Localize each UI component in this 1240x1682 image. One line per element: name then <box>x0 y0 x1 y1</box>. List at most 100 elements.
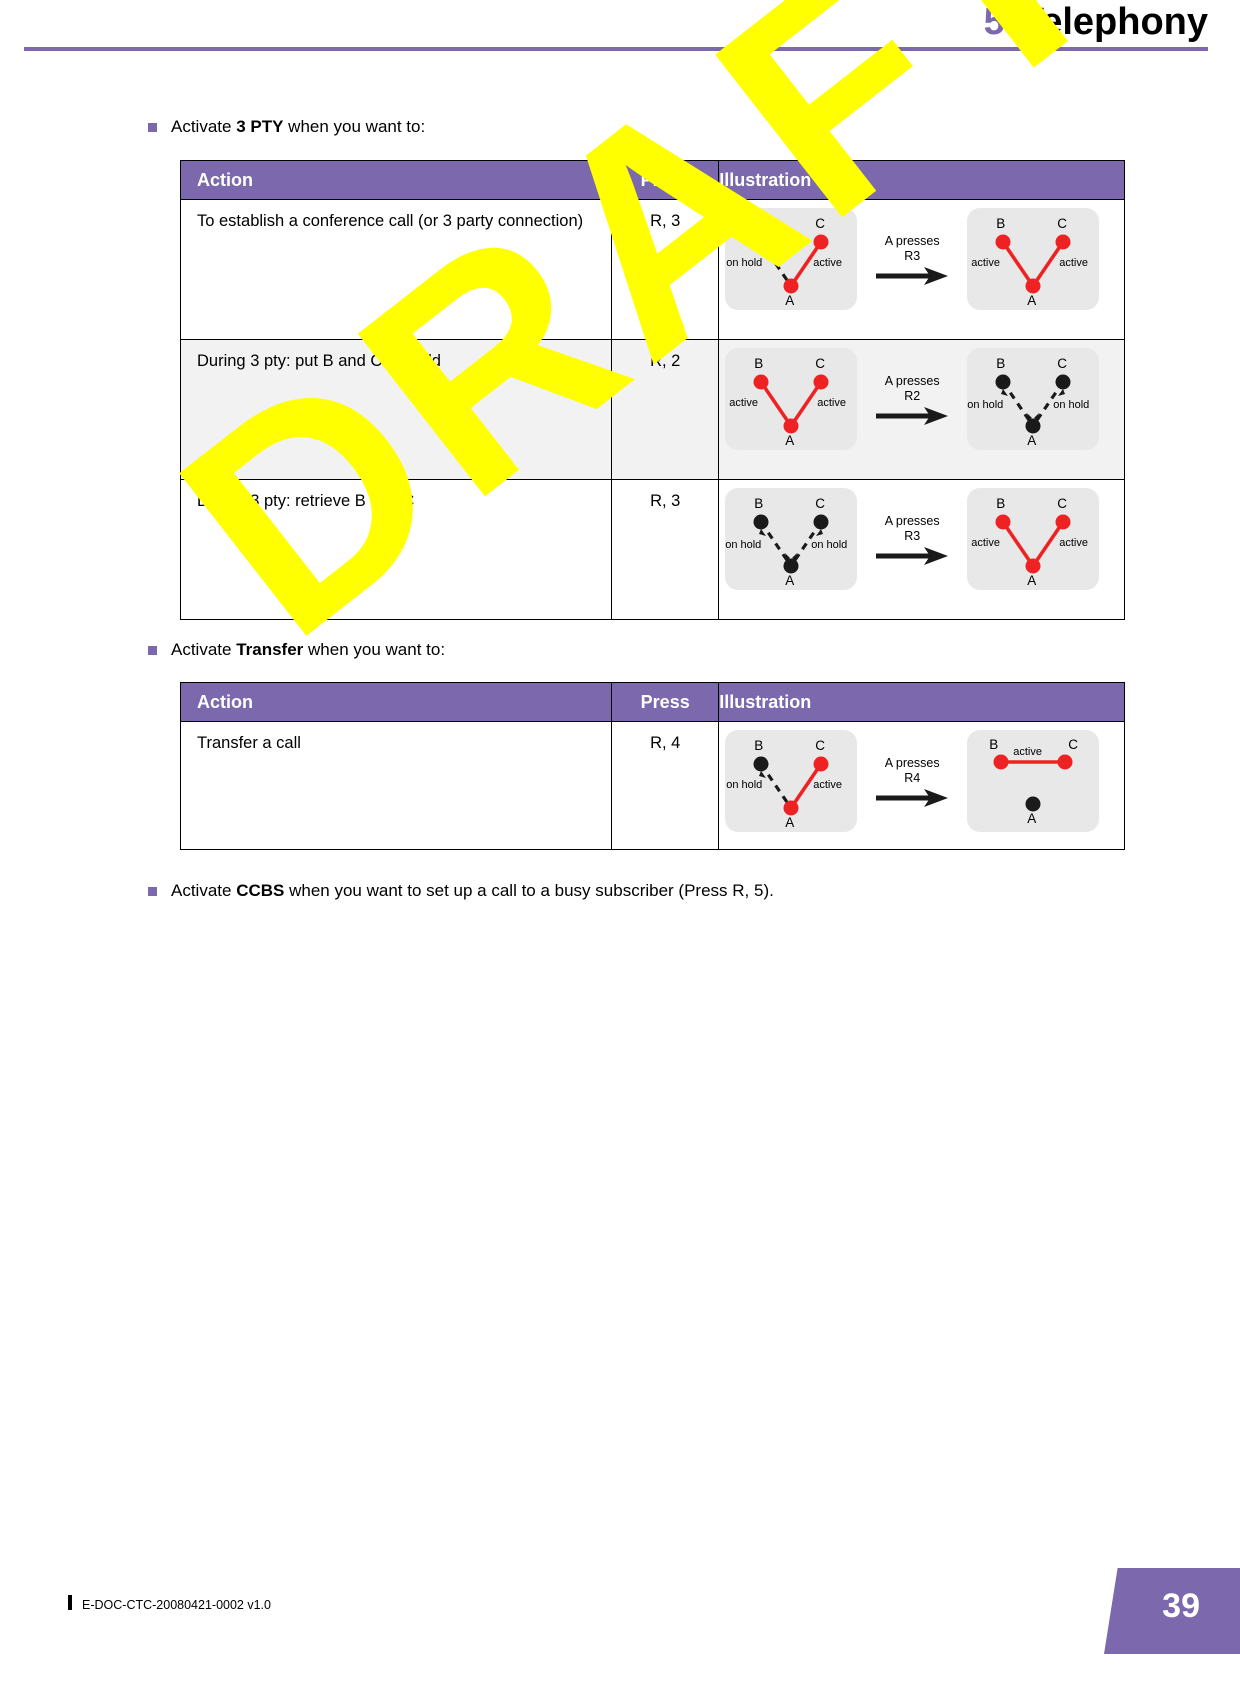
table-row: To establish a conference call (or 3 par… <box>179 199 1125 340</box>
transition-line1: A presses <box>884 755 940 770</box>
transition-line1: A presses <box>884 373 940 388</box>
cell-action: During 3 pty: retrieve B and C <box>179 479 613 620</box>
scene-after: B C A active active <box>967 208 1100 310</box>
scene-after: B C A active active <box>967 488 1100 590</box>
bullet-square-icon <box>148 887 157 896</box>
node-label-c: C <box>815 738 825 753</box>
arrow-right-icon <box>876 788 949 807</box>
table-row: During 3 pty: retrieve B and C R, 3 B C … <box>179 479 1125 620</box>
table-header-row: Action Press Illustration <box>179 682 1125 722</box>
scene-before: B C A active active <box>725 348 858 450</box>
cell-illustration: B C A on hold active A presses R3 B C A … <box>718 199 1125 340</box>
transition-label: A presses R3 <box>857 234 967 285</box>
cell-press: R, 4 <box>611 721 720 850</box>
state-label-c: active <box>813 257 842 269</box>
node-label-a: A <box>785 573 795 588</box>
cell-illustration: B C A on hold active A presses R4 B C A … <box>718 721 1125 850</box>
page-number: 39 <box>1162 1587 1200 1625</box>
node-label-b: B <box>754 496 764 511</box>
node-label-b: B <box>989 737 999 752</box>
cell-illustration: B C A on hold on hold A presses R3 B C A… <box>718 479 1125 620</box>
illustration-transfer-row1: B C A on hold active A presses R4 B C A … <box>719 722 1124 840</box>
node-label-b: B <box>754 356 764 371</box>
transition-line1: A presses <box>884 513 940 528</box>
page-header: 5 Telephony <box>0 0 1240 58</box>
state-label-b: on hold <box>967 399 1004 411</box>
table-row: Transfer a call R, 4 B C A on hold activ… <box>179 721 1125 850</box>
cell-press: R, 3 <box>611 199 720 340</box>
chapter-heading: 5 Telephony <box>984 0 1208 44</box>
node-label-a: A <box>785 815 795 830</box>
column-header-action: Action <box>179 160 613 200</box>
footer-document-id: E-DOC-CTC-20080421-0002 v1.0 <box>82 1598 271 1612</box>
scene-after: B C A active <box>967 730 1100 832</box>
transition-line2: R4 <box>904 770 921 785</box>
cell-action: During 3 pty: put B and C on hold <box>179 339 613 480</box>
transition-label: A presses R4 <box>857 756 967 807</box>
transition-line2: R2 <box>904 388 921 403</box>
chapter-title: Telephony <box>1020 1 1208 43</box>
illustration-3pty-row3: B C A on hold on hold A presses R3 B C A… <box>719 480 1124 598</box>
node-label-a: A <box>1027 573 1037 588</box>
bullet-square-icon <box>148 123 157 132</box>
state-label-b: active <box>729 397 758 409</box>
state-label-c: active <box>1059 257 1088 269</box>
bullet-ccbs-text: Activate CCBS when you want to set up a … <box>171 881 774 900</box>
node-label-c: C <box>1057 356 1067 371</box>
state-label-c: on hold <box>811 539 848 551</box>
node-label-a: A <box>785 433 795 448</box>
bullet-transfer: Activate Transfer when you want to: <box>148 639 445 661</box>
transition-line2: R3 <box>904 248 921 263</box>
node-label-b: B <box>754 738 764 753</box>
header-rule <box>24 47 1208 51</box>
node-label-b: B <box>996 216 1006 231</box>
transition-label: A presses R3 <box>857 514 967 565</box>
column-header-press: Press <box>611 682 720 722</box>
node-label-b: B <box>996 356 1006 371</box>
node-label-a: A <box>785 293 795 308</box>
state-label-b: on hold <box>726 257 763 269</box>
node-label-c: C <box>1057 216 1067 231</box>
footer-change-bar <box>68 1595 72 1610</box>
state-label-c: active <box>813 779 842 791</box>
transition-line2: R3 <box>904 528 921 543</box>
bullet-3pty-text: Activate 3 PTY when you want to: <box>171 117 426 136</box>
node-label-c: C <box>1068 737 1078 752</box>
table-row: During 3 pty: put B and C on hold R, 2 B… <box>179 339 1125 480</box>
arrow-right-icon <box>876 266 949 285</box>
chapter-number: 5 <box>983 1 1005 43</box>
cell-illustration: B C A active active A presses R2 B C A o… <box>718 339 1125 480</box>
bullet-transfer-text: Activate Transfer when you want to: <box>171 640 446 659</box>
illustration-3pty-row2: B C A active active A presses R2 B C A o… <box>719 340 1124 458</box>
illustration-3pty-row1: B C A on hold active A presses R3 B C A … <box>719 200 1124 318</box>
node-label-b: B <box>754 216 764 231</box>
node-label-a: A <box>1027 293 1037 308</box>
node-label-c: C <box>815 356 825 371</box>
column-header-illustration: Illustration <box>718 160 1125 200</box>
cell-action: To establish a conference call (or 3 par… <box>179 199 613 340</box>
bullet-3pty: Activate 3 PTY when you want to: <box>148 116 425 138</box>
bullet-square-icon <box>148 646 157 655</box>
node-label-c: C <box>815 496 825 511</box>
state-label-c: on hold <box>1053 399 1090 411</box>
table-3pty: Action Press Illustration To establish a… <box>179 160 1125 620</box>
bullet-ccbs: Activate CCBS when you want to set up a … <box>148 880 774 902</box>
state-label-b: on hold <box>726 779 763 791</box>
cell-action: Transfer a call <box>179 721 613 850</box>
scene-after: B C A on hold on hold <box>967 348 1100 450</box>
arrow-right-icon <box>876 546 949 565</box>
state-label-c: active <box>1059 537 1088 549</box>
scene-before: B C A on hold active <box>725 208 858 310</box>
table-transfer: Action Press Illustration Transfer a cal… <box>179 682 1125 850</box>
cell-press: R, 3 <box>611 479 720 620</box>
node-label-b: B <box>996 496 1006 511</box>
column-header-press: Press <box>611 160 720 200</box>
node-label-c: C <box>1057 496 1067 511</box>
column-header-action: Action <box>179 682 613 722</box>
state-label-c: active <box>817 397 846 409</box>
transition-line1: A presses <box>884 233 940 248</box>
transition-label: A presses R2 <box>857 374 967 425</box>
node-label-a: A <box>1027 811 1037 826</box>
state-label-bc: active <box>1013 746 1042 758</box>
node-label-c: C <box>815 216 825 231</box>
